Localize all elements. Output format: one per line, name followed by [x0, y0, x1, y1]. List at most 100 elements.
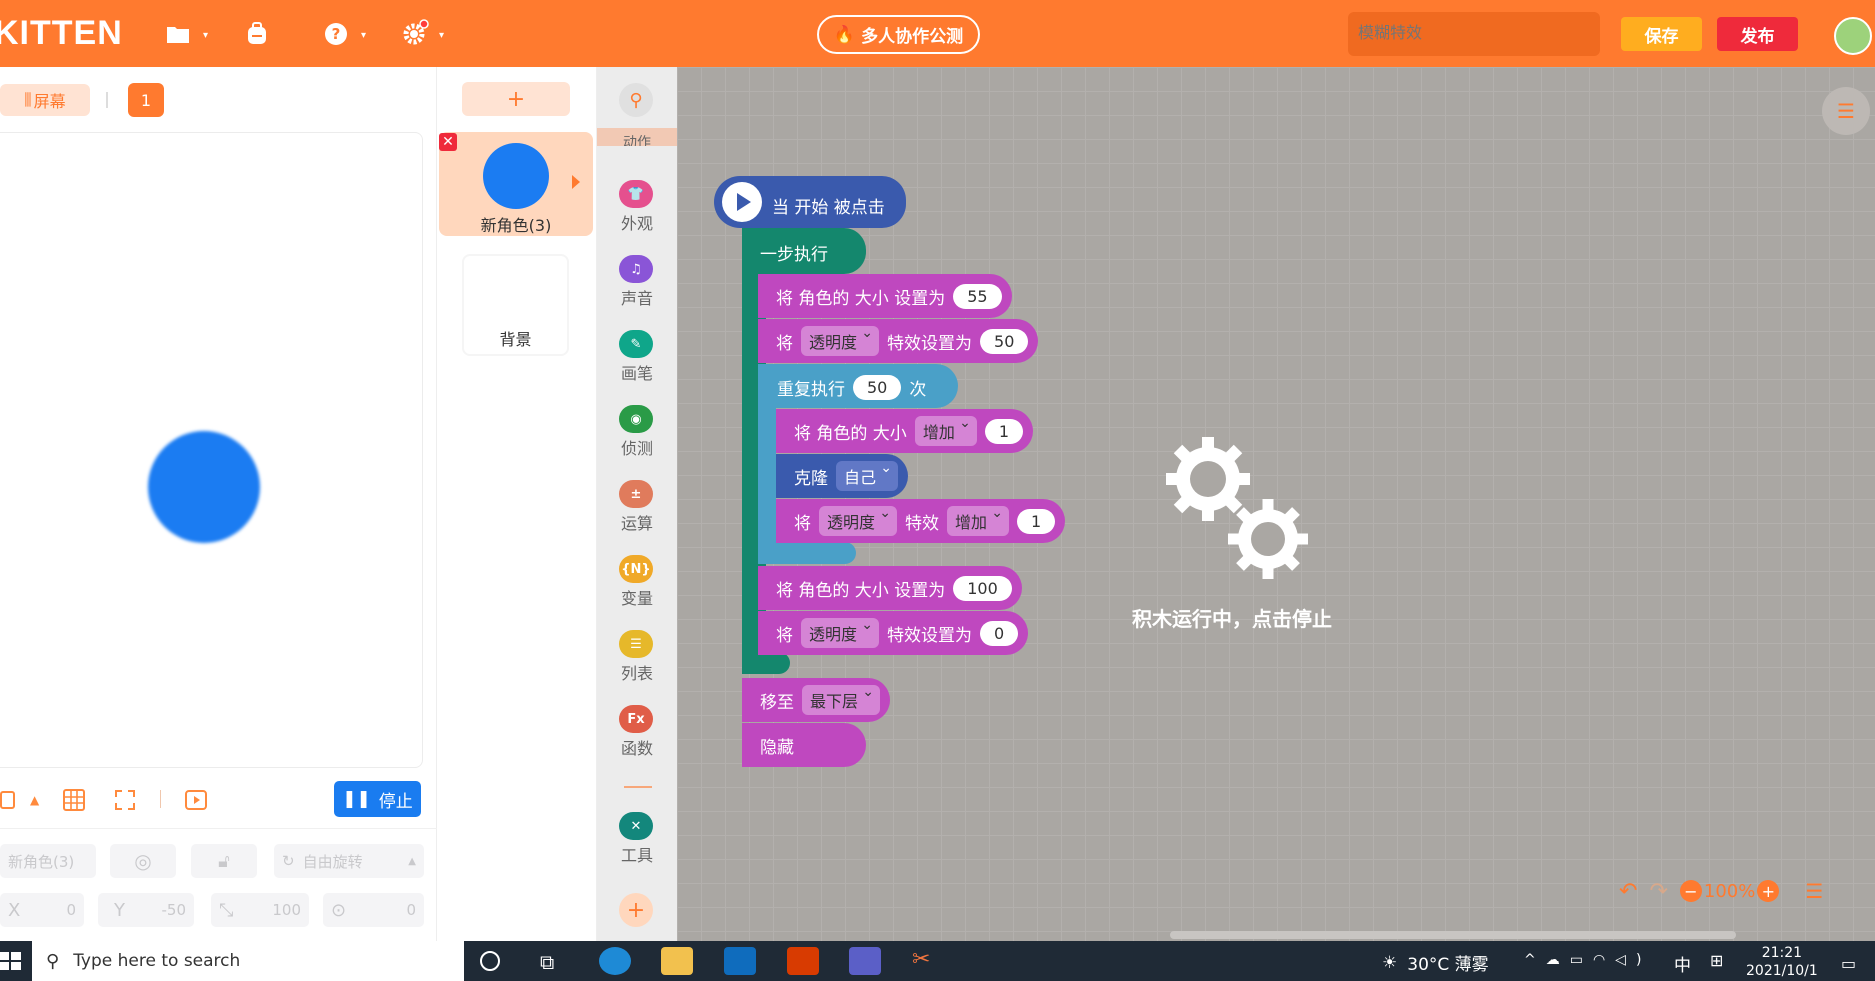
file-menu-icon[interactable]: ▾	[166, 17, 214, 51]
zoom-out-icon[interactable]: −	[1679, 880, 1702, 902]
cortana-icon[interactable]	[480, 951, 500, 971]
hide-block[interactable]: 隐藏	[742, 723, 866, 767]
screen-page-tab[interactable]: 1	[128, 83, 164, 117]
size-value-slot[interactable]: 100	[953, 575, 1012, 601]
category-pen[interactable]: ✎ 画笔	[597, 330, 677, 392]
video-icon[interactable]	[184, 786, 208, 814]
lock-toggle[interactable]: 🔓︎	[191, 844, 257, 878]
change-effect-block[interactable]: 将 透明度 特效 增加 1	[776, 499, 1066, 543]
divider	[106, 92, 108, 108]
add-extension-button[interactable]: +	[619, 893, 653, 927]
category-operators[interactable]: ± 运算	[597, 480, 677, 542]
running-status-text[interactable]: 积木运行中，点击停止	[1132, 603, 1332, 632]
effect-change-slot[interactable]: 1	[1017, 508, 1056, 534]
atomic-block-label: 一步执行	[760, 245, 828, 265]
sprite-name-field[interactable]: 新角色(3)	[0, 844, 96, 878]
effect-value-slot[interactable]: 0	[980, 620, 1019, 646]
align-icon[interactable]: ☰	[1805, 879, 1823, 903]
sound-category-icon: ♫	[619, 255, 653, 283]
size-value-slot[interactable]: 55	[953, 283, 1002, 309]
add-sprite-button[interactable]: +	[462, 82, 570, 116]
fullscreen-icon[interactable]	[113, 786, 137, 814]
block-search-icon[interactable]: ⚲	[619, 83, 653, 117]
search-input[interactable]	[1348, 12, 1600, 56]
app-logo: KITTEN	[0, 14, 123, 52]
category-label: 侦测	[620, 439, 653, 458]
task-view-icon[interactable]: ⧉	[540, 950, 554, 974]
undo-icon[interactable]: ↶	[1619, 879, 1637, 904]
direction-field[interactable]: ⊙ 0	[323, 893, 424, 927]
clone-target-dropdown[interactable]: 自己	[836, 460, 899, 491]
windows-start-icon[interactable]	[0, 950, 22, 972]
y-field[interactable]: Y -50	[98, 893, 194, 927]
taskbar-search[interactable]: ⚲ Type here to search	[32, 941, 464, 981]
layer-dropdown[interactable]: 最下层	[802, 684, 881, 715]
settings-icon[interactable]: ▾	[402, 17, 450, 51]
office-icon[interactable]	[787, 947, 819, 975]
screen-tab[interactable]: ⫼ 屏幕	[0, 84, 90, 116]
weather-widget[interactable]: ☀ 30°C 薄雾	[1382, 950, 1489, 976]
caret-up-icon[interactable]: ▲	[30, 786, 39, 814]
zoom-in-icon[interactable]: +	[1757, 880, 1780, 902]
category-tools[interactable]: ✕ 工具	[597, 812, 677, 874]
category-motion[interactable]: 动作	[597, 128, 677, 146]
set-size-block[interactable]: 将 角色的 大小 设置为 100	[758, 566, 1022, 610]
publish-button[interactable]: 发布	[1717, 17, 1798, 51]
ime-indicator[interactable]: 中	[1674, 951, 1691, 976]
avatar[interactable]	[1834, 17, 1872, 55]
taskbar-clock[interactable]: 21:21 2021/10/1	[1746, 944, 1818, 980]
category-functions[interactable]: Fx 函数	[597, 705, 677, 767]
set-effect-block[interactable]: 将 透明度 特效设置为 0	[758, 611, 1029, 655]
system-tray-icons[interactable]: ^☁▭◠◁)	[1524, 952, 1651, 968]
change-op-dropdown[interactable]: 增加	[914, 415, 977, 446]
set-effect-block[interactable]: 将 透明度 特效设置为 50	[758, 319, 1039, 363]
edge-icon[interactable]	[599, 947, 631, 975]
functions-category-icon: Fx	[619, 705, 653, 733]
horizontal-scrollbar[interactable]	[1170, 931, 1736, 939]
help-icon[interactable]: ? ▾	[324, 17, 372, 51]
effect-dropdown[interactable]: 透明度	[801, 617, 880, 648]
stage-sprite-ball[interactable]	[148, 431, 260, 543]
visibility-toggle[interactable]: ◎	[110, 844, 176, 878]
change-size-slot[interactable]: 1	[984, 418, 1024, 444]
effect-dropdown[interactable]: 透明度	[801, 325, 880, 356]
snipping-tool-icon[interactable]: ✂	[912, 947, 944, 975]
x-field[interactable]: X 0	[0, 893, 84, 927]
category-looks[interactable]: 👕 外观	[597, 180, 677, 242]
repeat-count-slot[interactable]: 50	[853, 375, 902, 400]
workspace-search-icon[interactable]: ☰	[1822, 87, 1870, 135]
stop-button[interactable]: ❚❚ 停止	[334, 781, 421, 817]
category-lists[interactable]: ☰ 列表	[597, 630, 677, 692]
tools-category-icon: ✕	[619, 812, 653, 840]
effect-value-slot[interactable]: 50	[980, 328, 1029, 354]
outlook-icon[interactable]	[724, 947, 756, 975]
clone-block[interactable]: 克隆 自己	[776, 454, 909, 498]
stage-size-icon[interactable]	[0, 786, 16, 814]
file-explorer-icon[interactable]	[661, 947, 693, 975]
category-sound[interactable]: ♫ 声音	[597, 255, 677, 317]
grid-icon[interactable]	[62, 786, 86, 814]
set-size-block[interactable]: 将 角色的 大小 设置为 55	[758, 274, 1012, 318]
change-op-dropdown[interactable]: 增加	[947, 505, 1010, 536]
teams-icon[interactable]	[849, 947, 881, 975]
ime-mode-icon[interactable]: ⊞	[1710, 951, 1723, 970]
category-variables[interactable]: {N} 变量	[597, 555, 677, 617]
backpack-icon[interactable]	[244, 17, 292, 51]
rotation-mode-select[interactable]: ↻ 自由旋转 ▲	[274, 844, 424, 878]
operators-category-icon: ±	[619, 480, 653, 508]
change-size-block[interactable]: 将 角色的 大小 增加 1	[776, 409, 1034, 453]
search-icon: ⚲	[46, 950, 60, 972]
save-button[interactable]: 保存	[1621, 17, 1702, 51]
sprite-thumbnail	[483, 143, 549, 209]
delete-sprite-icon[interactable]: ✕	[439, 133, 457, 151]
redo-icon[interactable]: ↷	[1649, 879, 1667, 904]
category-sensing[interactable]: ◉ 侦测	[597, 405, 677, 467]
pen-category-icon: ✎	[619, 330, 653, 358]
go-to-layer-block[interactable]: 移至 最下层	[742, 678, 891, 722]
sprite-name-label: 新角色(3)	[480, 216, 552, 235]
notification-icon[interactable]: ▭	[1841, 954, 1856, 973]
chevron-right-icon[interactable]	[572, 175, 580, 189]
size-field[interactable]: ⤡ 100	[211, 893, 309, 927]
effect-dropdown[interactable]: 透明度	[819, 505, 898, 536]
collab-button[interactable]: 🔥 多人协作公测	[817, 15, 980, 54]
